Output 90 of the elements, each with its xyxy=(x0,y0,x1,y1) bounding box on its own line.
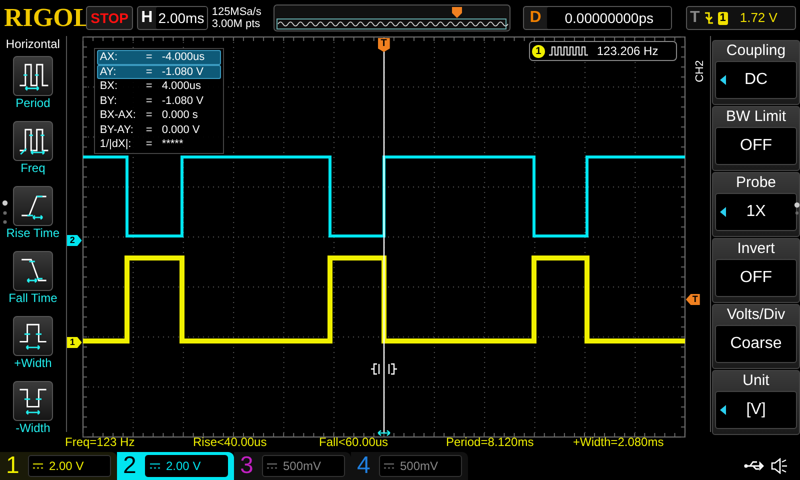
menu-item-value: OFF xyxy=(740,268,772,288)
measure-label: Rise Time xyxy=(6,226,60,240)
channel-number: 1 xyxy=(6,454,20,478)
measurement-value: Rise<40.00us xyxy=(193,434,268,451)
menu-item-button[interactable]: Coupling DC xyxy=(712,40,800,105)
dc-coupling-icon xyxy=(33,463,43,469)
menu-item-label: Invert xyxy=(737,239,775,259)
channel-number: 3 xyxy=(240,454,254,478)
cycle-arrow-icon xyxy=(720,207,726,217)
channel-tab[interactable]: 4 500mV xyxy=(351,452,468,480)
rise-measure-button[interactable] xyxy=(12,186,53,226)
menu-title: Horizontal xyxy=(6,37,60,52)
cursor-row[interactable]: BX: = 4.000us xyxy=(96,79,221,94)
menu-item-value: [V] xyxy=(746,400,766,420)
measure-label: Freq xyxy=(20,161,46,175)
channel-number: 4 xyxy=(357,454,372,478)
cursor-marker-icon xyxy=(370,363,398,375)
page-indicator-icon xyxy=(2,200,8,226)
dc-coupling-icon xyxy=(267,463,277,469)
menu-item-value: 1X xyxy=(746,202,766,222)
menu-item-label: Probe xyxy=(736,173,776,193)
freq-measure-button[interactable] xyxy=(12,121,53,161)
menu-item-label: BW Limit xyxy=(726,107,786,127)
measure-label: +Width xyxy=(14,356,52,370)
channel-2-marker[interactable]: 2 xyxy=(66,235,82,246)
measurement-value: Fall<60.00us xyxy=(319,434,390,451)
menu-item-label: Volts/Div xyxy=(726,305,786,325)
square-wave-icon xyxy=(548,45,590,57)
menu-item-button[interactable]: BW Limit OFF xyxy=(712,106,800,171)
channel-tab[interactable]: 3 500mV xyxy=(234,452,351,480)
dc-coupling-icon xyxy=(150,463,160,469)
cursor-row[interactable]: BY: = -1.080 V xyxy=(96,94,221,108)
channel-1-marker[interactable]: 1 xyxy=(66,337,82,348)
channel-badge: 1 xyxy=(532,44,545,58)
menu-item-button[interactable]: Probe 1X xyxy=(712,172,800,237)
menu-item-label: Coupling xyxy=(726,41,786,61)
timebase-value: 2.00ms xyxy=(156,7,207,29)
dc-coupling-icon xyxy=(384,463,394,469)
trigger-level: 1.72 V xyxy=(740,9,778,28)
delay-label: D xyxy=(528,8,542,28)
channel-scale: 2.00 V xyxy=(49,458,84,475)
measure-label: -Width xyxy=(16,421,50,435)
menu-item-button[interactable]: Unit [V] xyxy=(712,370,800,435)
cursor-row[interactable]: BY-AY: = 0.000 V xyxy=(96,122,221,137)
frequency-value: 123.206 Hz xyxy=(596,43,658,60)
cycle-arrow-icon xyxy=(720,75,726,85)
timebase-panel[interactable]: H 2.00ms xyxy=(137,6,208,30)
menu-item-value: Coarse xyxy=(730,334,782,354)
cursor-arrow-icon xyxy=(377,430,390,436)
trigger-panel[interactable]: T 1 1.72 V xyxy=(686,6,796,30)
channel-scale: 2.00 V xyxy=(166,458,201,475)
falling-edge-icon xyxy=(704,11,714,25)
menu-item-value: OFF xyxy=(740,136,772,156)
pwidth-measure-button[interactable] xyxy=(12,316,53,356)
period-measure-button[interactable] xyxy=(12,56,53,96)
trigger-position-icon xyxy=(452,7,462,18)
cycle-arrow-icon xyxy=(720,405,726,415)
menu-item-value: DC xyxy=(744,70,768,90)
trigger-label: T xyxy=(690,8,700,28)
usb-icon xyxy=(744,460,766,472)
trigger-position-marker[interactable]: T xyxy=(378,38,390,52)
channel-menu-title: CH2 xyxy=(692,60,707,82)
measurement-value: +Width=2.080ms xyxy=(573,434,665,451)
measurement-value: Period=8.120ms xyxy=(446,434,535,451)
delay-value: 0.00000000ps xyxy=(547,7,671,29)
cursor-row[interactable]: AX: = -4.000us xyxy=(96,50,221,64)
memory-depth: 3.00M pts xyxy=(212,18,262,30)
measure-label: Fall Time xyxy=(8,291,58,305)
menu-item-label: Unit xyxy=(742,371,770,391)
channel-number: 2 xyxy=(123,454,138,478)
timebase-label: H xyxy=(140,8,154,28)
sample-rate: 125MSa/s xyxy=(212,6,262,18)
channel-scale: 500mV xyxy=(283,458,322,475)
trigger-source-badge: 1 xyxy=(718,12,728,24)
cursor-row[interactable]: AY: = -1.080 V xyxy=(96,64,221,79)
menu-item-button[interactable]: Invert OFF xyxy=(712,238,800,303)
menu-item-button[interactable]: Volts/Div Coarse xyxy=(712,304,800,369)
run-stop-button[interactable]: STOP xyxy=(86,6,134,30)
channel-scale: 500mV xyxy=(400,458,438,475)
page-indicator-icon xyxy=(794,202,800,216)
delay-panel[interactable]: D 0.00000000ps xyxy=(522,6,672,30)
measurement-value: Freq=123 Hz xyxy=(65,434,136,451)
cursor-row[interactable]: 1/|dX|: = ***** xyxy=(96,137,221,152)
cursor-row[interactable]: BX-AX: = 0.000 s xyxy=(96,108,221,122)
trigger-level-marker[interactable]: T xyxy=(686,294,700,305)
nwidth-measure-button[interactable] xyxy=(12,381,53,421)
measure-label: Period xyxy=(16,96,50,110)
channel-tab[interactable]: 1 2.00 V xyxy=(0,452,117,480)
channel-tab[interactable]: 2 2.00 V xyxy=(117,452,234,480)
fall-measure-button[interactable] xyxy=(12,251,53,291)
